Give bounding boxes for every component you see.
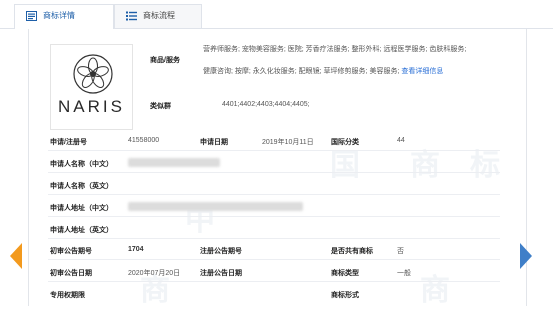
row-divider — [48, 259, 500, 260]
applicant-name-cn-label: 申请人名称（中文） — [50, 161, 113, 168]
applicant-address-cn-label: 申请人地址（中文） — [50, 205, 113, 212]
row-divider — [48, 150, 500, 151]
reg-no-label: 申请/注册号 — [50, 139, 87, 146]
prelim-notice-date-value: 2020年07月20日 — [128, 270, 181, 277]
goods-services-line-2: 健康咨询; 按摩; 永久化妆服务; 配眼镜; 草坪修剪服务; 美容服务; 查看详… — [203, 66, 443, 76]
shared-trademark-label: 是否共有商标 — [331, 248, 373, 255]
row-divider — [48, 281, 500, 282]
document-list-icon — [26, 11, 37, 21]
similar-group-label: 类似群 — [150, 103, 171, 110]
goods-services-text: 健康咨询; 按摩; 永久化妆服务; 配眼镜; 草坪修剪服务; 美容服务; — [203, 68, 400, 75]
tab-trademark-details-label: 商标详情 — [43, 11, 75, 20]
row-divider — [48, 216, 500, 217]
flow-list-icon — [126, 11, 137, 21]
intl-class-label: 国际分类 — [331, 139, 359, 146]
prelim-notice-no-value: 1704 — [128, 246, 144, 253]
goods-services-label: 商品/服务 — [150, 57, 180, 64]
redacted-applicant-address-cn — [128, 202, 303, 211]
goods-services-line-1: 营养师服务; 宠物美容服务; 医院; 芳香疗法服务; 整形外科; 远程医学服务;… — [203, 46, 467, 53]
apply-date-label: 申请日期 — [200, 139, 228, 146]
apply-date-value: 2019年10月11日 — [262, 139, 314, 146]
reg-notice-no-label: 注册公告期号 — [200, 248, 242, 255]
tab-bar: 商标详情 商标流程 — [0, 0, 553, 29]
trademark-type-label: 商标类型 — [331, 270, 359, 277]
reg-no-value: 41558000 — [128, 137, 160, 144]
view-details-link[interactable]: 查看详细信息 — [401, 68, 443, 75]
row-divider — [48, 194, 500, 195]
exclusive-right-term-label: 专用权期限 — [50, 292, 85, 299]
trademark-type-value: 一般 — [397, 270, 411, 277]
tab-trademark-flow[interactable]: 商标流程 — [114, 4, 202, 28]
similar-group-value: 4401;4402;4403;4404;4405; — [222, 101, 310, 108]
row-divider — [48, 238, 500, 239]
applicant-name-en-label: 申请人名称（英文） — [50, 183, 113, 190]
prelim-notice-date-label: 初审公告日期 — [50, 270, 92, 277]
tab-trademark-flow-label: 商标流程 — [143, 11, 175, 20]
arrow-right-icon[interactable] — [520, 243, 532, 269]
flower-emblem-icon — [73, 54, 113, 94]
row-divider — [48, 172, 500, 173]
reg-notice-date-label: 注册公告日期 — [200, 270, 242, 277]
trademark-form-label: 商标形式 — [331, 292, 359, 299]
applicant-address-en-label: 申请人地址（英文） — [50, 227, 113, 234]
redacted-applicant-name-cn — [128, 158, 220, 167]
trademark-logo[interactable]: NARIS — [50, 44, 133, 130]
tab-trademark-details[interactable]: 商标详情 — [14, 4, 114, 29]
arrow-left-icon[interactable] — [10, 243, 22, 269]
logo-wordmark: NARIS — [58, 97, 125, 116]
shared-trademark-value: 否 — [397, 248, 404, 255]
intl-class-value: 44 — [397, 137, 405, 144]
prelim-notice-no-label: 初审公告期号 — [50, 248, 92, 255]
